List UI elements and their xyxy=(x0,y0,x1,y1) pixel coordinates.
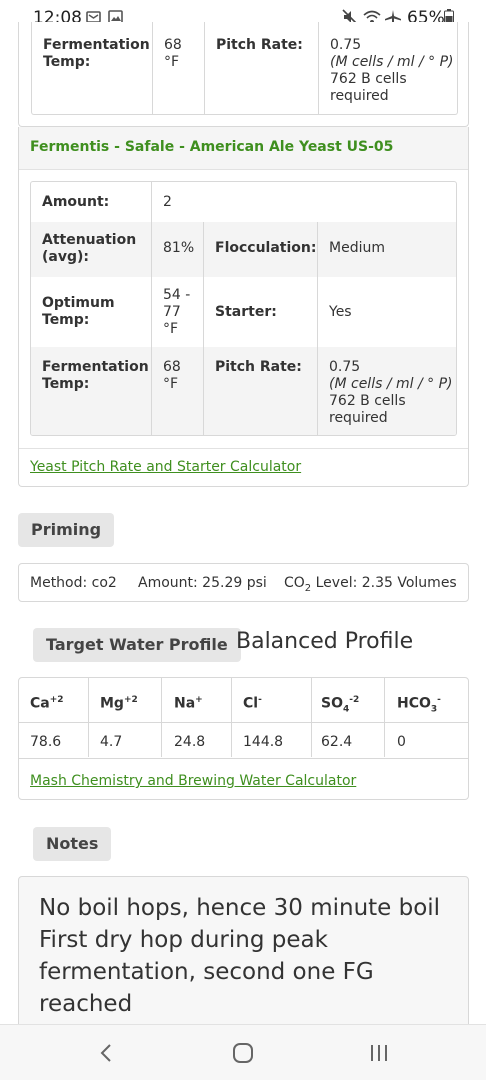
recent-apps-icon[interactable] xyxy=(369,1043,389,1067)
yeast-pitch-rate-calculator-link[interactable]: Yeast Pitch Rate and Starter Calculator xyxy=(30,459,301,475)
priming-panel: Method: co2 Amount: 25.29 psi CO2 Level:… xyxy=(18,563,469,602)
water-header-so: SO4-2 xyxy=(321,695,360,715)
water-value-hco: 0 xyxy=(397,734,406,750)
cells-required: 762 B cells required xyxy=(330,71,407,104)
yeast-footer-divider xyxy=(19,448,468,449)
priming-co2-level: CO2 Level: 2.35 Volumes xyxy=(284,575,457,597)
yeast-panel-previous: Fermentation Temp: 68 °F Pitch Rate: 0.7… xyxy=(18,22,469,127)
amount-label: Amount: xyxy=(42,194,110,210)
priming-amount: Amount: 25.29 psi xyxy=(138,575,267,591)
notes-panel: No boil hops, hence 30 minute boil First… xyxy=(18,876,469,1036)
priming-method: Method: co2 xyxy=(30,575,117,591)
fermentation-temp-value: 68 °F xyxy=(163,359,181,392)
pitch-rate-value: 0.75 xyxy=(329,359,361,375)
water-header-ca: Ca+2 xyxy=(30,695,64,712)
android-navigation-bar xyxy=(0,1024,486,1080)
water-value-mg: 4.7 xyxy=(100,734,123,750)
fermentation-temp-value: 68 °F xyxy=(164,37,182,70)
flocculation-label: Flocculation: xyxy=(215,240,317,256)
water-value-cl: 144.8 xyxy=(243,734,284,750)
optimum-temp-value: 54 - 77 °F xyxy=(163,287,191,337)
pitch-rate-value-block: 0.75 (M cells / ml / ° P) 762 B cells re… xyxy=(330,37,455,105)
co2-text: CO xyxy=(284,575,305,591)
attenuation-value: 81% xyxy=(163,240,195,256)
notes-text: No boil hops, hence 30 minute boil First… xyxy=(39,895,441,1017)
starter-value: Yes xyxy=(329,304,352,320)
home-icon[interactable] xyxy=(232,1042,254,1068)
co2-level-text: Level: 2.35 Volumes xyxy=(311,575,457,591)
yeast-table-previous: Fermentation Temp: 68 °F Pitch Rate: 0.7… xyxy=(31,22,458,115)
cells-required: 762 B cells required xyxy=(329,393,406,426)
water-header-cl: Cl- xyxy=(243,695,262,712)
attenuation-label: Attenuation (avg): xyxy=(42,232,137,265)
starter-label: Starter: xyxy=(215,304,277,320)
fermentation-temp-label: Fermentation Temp: xyxy=(43,37,150,70)
optimum-temp-label: Optimum Temp: xyxy=(42,295,115,328)
water-value-na: 24.8 xyxy=(174,734,206,750)
pitch-rate-unit: (M cells / ml / ° P) xyxy=(329,376,453,392)
water-profile-heading: Target Water Profile xyxy=(33,628,241,662)
priming-heading: Priming xyxy=(18,513,115,547)
notes-heading: Notes xyxy=(33,827,112,861)
water-header-hco: HCO3- xyxy=(397,695,441,715)
pitch-rate-value-block: 0.75 (M cells / ml / ° P) 762 B cells re… xyxy=(329,359,454,427)
water-calculator-link[interactable]: Mash Chemistry and Brewing Water Calcula… xyxy=(30,773,356,789)
pitch-rate-value: 0.75 xyxy=(330,37,362,53)
water-profile-name: Balanced Profile xyxy=(236,629,414,654)
fermentation-temp-label: Fermentation Temp: xyxy=(42,359,149,392)
water-value-ca: 78.6 xyxy=(30,734,62,750)
pitch-rate-label: Pitch Rate: xyxy=(215,359,302,375)
water-profile-panel: Ca+2 Mg+2 Na+ Cl- SO4-2 HCO3- 78.6 4.7 24.8 144.… xyxy=(18,677,469,800)
flocculation-value: Medium xyxy=(329,240,385,256)
back-icon[interactable] xyxy=(99,1042,113,1068)
yeast-name: Fermentis - Safale - American Ale Yeast … xyxy=(30,139,394,155)
pitch-rate-label: Pitch Rate: xyxy=(216,37,303,53)
pitch-rate-unit: (M cells / ml / ° P) xyxy=(330,54,454,70)
amount-value: 2 xyxy=(163,194,172,210)
water-header-mg: Mg+2 xyxy=(100,695,138,712)
water-header-na: Na+ xyxy=(174,695,203,712)
water-value-so: 62.4 xyxy=(321,734,353,750)
yeast-details-table: Amount: 2 Attenuation (avg): 81% Floccul… xyxy=(30,181,457,436)
